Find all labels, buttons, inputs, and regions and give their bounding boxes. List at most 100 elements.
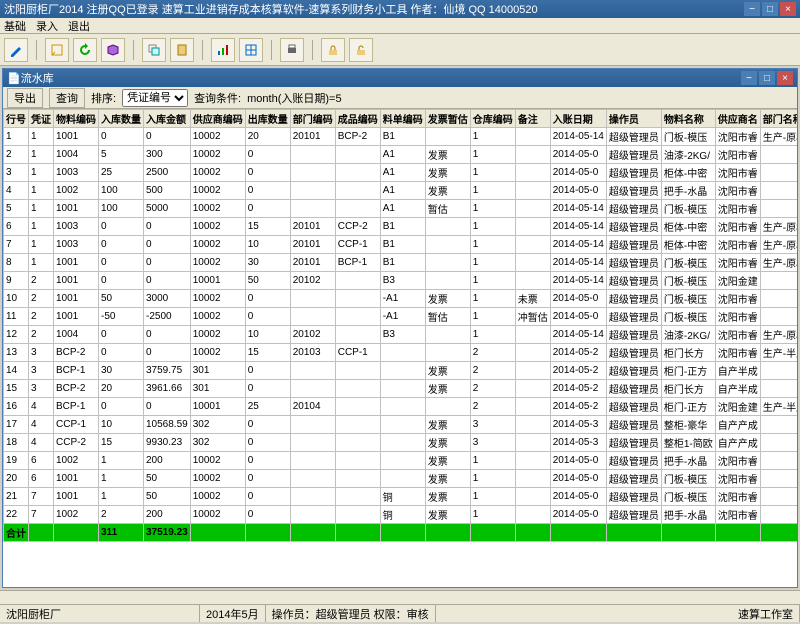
table-cell[interactable]: 门板-模压	[661, 290, 715, 308]
column-header[interactable]: 备注	[515, 110, 550, 128]
table-cell[interactable]: 8	[4, 254, 29, 272]
table-cell[interactable]: 30	[99, 362, 144, 380]
table-cell[interactable]: 1	[29, 218, 54, 236]
table-cell[interactable]: B1	[380, 254, 425, 272]
table-cell[interactable]: CCP-1	[335, 344, 380, 362]
table-cell[interactable]: 2	[29, 326, 54, 344]
table-row[interactable]: 184CCP-2159930.233020发票32014-05-3超级管理员整柜…	[4, 434, 798, 452]
table-cell[interactable]: 20102	[290, 272, 335, 290]
table-row[interactable]: 174CCP-11010568.593020发票32014-05-3超级管理员整…	[4, 416, 798, 434]
table-cell[interactable]: 把手-水晶	[661, 452, 715, 470]
table-cell[interactable]: 超级管理员	[606, 272, 661, 290]
table-cell[interactable]: 2014-05-3	[550, 416, 606, 434]
table-cell[interactable]: 超级管理员	[606, 470, 661, 488]
table-cell[interactable]: 发票	[425, 416, 470, 434]
table-cell[interactable]: BCP-1	[54, 362, 99, 380]
table-cell[interactable]: BCP-2	[335, 128, 380, 146]
table-cell[interactable]: 自产半成	[715, 380, 760, 398]
table-cell[interactable]: 超级管理员	[606, 308, 661, 326]
table-cell[interactable]: 0	[99, 236, 144, 254]
table-cell[interactable]: 1001	[54, 308, 99, 326]
table-cell[interactable]	[425, 398, 470, 416]
table-cell[interactable]: 3961.66	[144, 380, 191, 398]
table-cell[interactable]: 2014-05-14	[550, 128, 606, 146]
table-cell[interactable]: 超级管理员	[606, 506, 661, 524]
table-cell[interactable]: 1	[470, 488, 515, 506]
table-cell[interactable]: B1	[380, 236, 425, 254]
table-cell[interactable]: 生产-原材	[760, 326, 797, 344]
tool-edit[interactable]	[4, 38, 28, 62]
table-cell[interactable]: 发票	[425, 380, 470, 398]
table-cell[interactable]: 1001	[54, 254, 99, 272]
table-cell[interactable]: 沈阳市睿	[715, 308, 760, 326]
table-cell[interactable]	[290, 164, 335, 182]
table-cell[interactable]: 生产-半成	[760, 398, 797, 416]
table-cell[interactable]: 把手-水晶	[661, 506, 715, 524]
menu-exit[interactable]: 退出	[68, 18, 90, 34]
table-cell[interactable]: 1004	[54, 326, 99, 344]
table-cell[interactable]: 50	[144, 470, 191, 488]
table-cell[interactable]: 1	[470, 308, 515, 326]
table-cell[interactable]: 0	[144, 344, 191, 362]
table-cell[interactable]: 1	[470, 128, 515, 146]
export-button[interactable]: 导出	[7, 88, 43, 108]
table-cell[interactable]: 11	[4, 308, 29, 326]
table-cell[interactable]: 5000	[144, 200, 191, 218]
table-cell[interactable]	[290, 182, 335, 200]
table-cell[interactable]	[335, 434, 380, 452]
table-cell[interactable]: B3	[380, 272, 425, 290]
table-cell[interactable]: 超级管理员	[606, 182, 661, 200]
table-cell[interactable]: 沈阳市睿	[715, 290, 760, 308]
table-cell[interactable]: 0	[99, 344, 144, 362]
table-cell[interactable]: 2014-05-0	[550, 506, 606, 524]
table-cell[interactable]: 发票	[425, 434, 470, 452]
table-cell[interactable]: 10	[245, 236, 290, 254]
table-row[interactable]: 22710022200100020铜发票12014-05-0超级管理员把手-水晶…	[4, 506, 798, 524]
table-cell[interactable]: 15	[245, 218, 290, 236]
table-cell[interactable]: 20101	[290, 236, 335, 254]
table-cell[interactable]: 门板-模压	[661, 272, 715, 290]
table-cell[interactable]: 22	[4, 506, 29, 524]
table-cell[interactable]: 4	[29, 434, 54, 452]
table-cell[interactable]: 4	[4, 182, 29, 200]
column-header[interactable]: 成品编码	[335, 110, 380, 128]
tool-refresh[interactable]	[73, 38, 97, 62]
table-cell[interactable]: 整柜-豪华	[661, 416, 715, 434]
table-cell[interactable]	[335, 200, 380, 218]
table-cell[interactable]	[760, 380, 797, 398]
table-cell[interactable]: 超级管理员	[606, 290, 661, 308]
table-cell[interactable]	[290, 362, 335, 380]
table-cell[interactable]	[515, 362, 550, 380]
minimize-button[interactable]: −	[744, 2, 760, 16]
table-cell[interactable]: 1	[470, 290, 515, 308]
table-cell[interactable]: 10568.59	[144, 416, 191, 434]
table-cell[interactable]: 沈阳市睿	[715, 146, 760, 164]
table-cell[interactable]: 自产产成	[715, 434, 760, 452]
table-cell[interactable]: 2	[470, 380, 515, 398]
table-cell[interactable]: 1	[470, 200, 515, 218]
table-cell[interactable]: 21	[4, 488, 29, 506]
table-cell[interactable]: 200	[144, 506, 191, 524]
table-cell[interactable]	[425, 218, 470, 236]
table-cell[interactable]: 10	[99, 416, 144, 434]
table-cell[interactable]: 1	[470, 218, 515, 236]
table-cell[interactable]: 沈阳市睿	[715, 128, 760, 146]
table-cell[interactable]: 10002	[190, 164, 245, 182]
table-cell[interactable]: 500	[144, 182, 191, 200]
table-cell[interactable]: B3	[380, 326, 425, 344]
column-header[interactable]: 物料名称	[661, 110, 715, 128]
table-cell[interactable]: -A1	[380, 290, 425, 308]
table-cell[interactable]: 发票	[425, 164, 470, 182]
table-cell[interactable]	[335, 380, 380, 398]
table-cell[interactable]: 沈阳金建	[715, 272, 760, 290]
table-cell[interactable]	[380, 416, 425, 434]
table-cell[interactable]: 1	[29, 146, 54, 164]
table-cell[interactable]	[515, 236, 550, 254]
table-cell[interactable]: 3	[29, 344, 54, 362]
table-cell[interactable]: 10002	[190, 326, 245, 344]
table-cell[interactable]: -2500	[144, 308, 191, 326]
table-cell[interactable]: 沈阳市睿	[715, 236, 760, 254]
table-cell[interactable]	[335, 506, 380, 524]
table-cell[interactable]: 0	[99, 326, 144, 344]
table-cell[interactable]: 1	[29, 200, 54, 218]
